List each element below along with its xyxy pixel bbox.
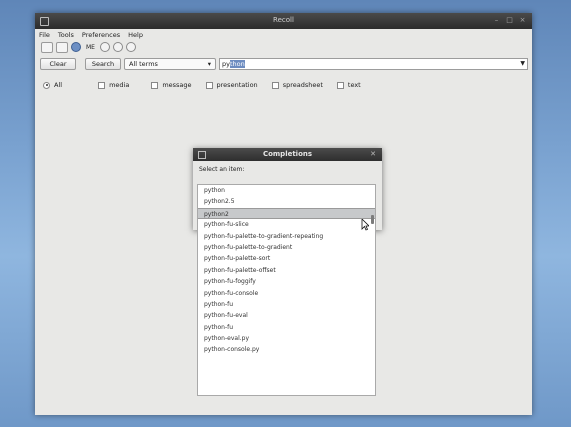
completion-item[interactable]: python-fu-slice [198, 219, 375, 230]
completion-item[interactable]: python-fu-console [198, 288, 375, 299]
checkbox[interactable] [205, 81, 213, 89]
search-mode-value: All terms [129, 60, 158, 68]
checkbox[interactable] [151, 81, 159, 89]
query-dropdown-icon[interactable]: ▼ [520, 60, 525, 67]
completion-item[interactable]: python-fu-palette-offset [198, 265, 375, 276]
first-page-icon[interactable] [41, 41, 53, 53]
completion-item[interactable]: python-fu [198, 299, 375, 310]
dialog-app-icon [198, 151, 206, 159]
completion-item[interactable]: python-fu-palette-to-gradient-repeating [198, 231, 375, 242]
list-scroll-handle[interactable] [371, 215, 374, 224]
checkbox[interactable] [271, 81, 279, 89]
window-titlebar[interactable]: Recoll – □ × [35, 13, 532, 29]
filter-label: message [162, 81, 192, 89]
chevron-down-icon: ▾ [207, 60, 211, 68]
forward-icon[interactable] [112, 42, 123, 52]
search-mode-select[interactable]: All terms ▾ [124, 58, 216, 70]
maximize-icon[interactable]: □ [506, 17, 513, 24]
menu-tools[interactable]: Tools [58, 31, 74, 39]
checkbox[interactable] [336, 81, 344, 89]
search-row: Clear Search All terms ▾ py thon ▼ [35, 56, 532, 72]
filter-message[interactable]: message [151, 81, 192, 89]
toolbar: ME [35, 40, 532, 54]
history-icon[interactable] [125, 42, 136, 52]
completion-item[interactable]: python [198, 185, 375, 196]
completion-item[interactable]: python-fu-eval [198, 310, 375, 321]
completion-item[interactable]: python-fu-palette-to-gradient [198, 242, 375, 253]
completion-item[interactable]: python-fu-foggify [198, 276, 375, 287]
search-input[interactable]: py thon ▼ [219, 58, 528, 70]
nav-label: ME [86, 43, 95, 51]
completion-item[interactable]: python-console.py [198, 344, 375, 355]
filter-label: spreadsheet [282, 81, 323, 89]
filter-spreadsheet[interactable]: spreadsheet [271, 81, 323, 89]
dialog-title: Completions [262, 150, 313, 158]
category-filters: All media message presentation spreadshe… [35, 74, 532, 96]
menu-help[interactable]: Help [128, 31, 143, 39]
dialog-prompt: Select an item: [199, 166, 245, 173]
back-icon[interactable] [99, 42, 110, 52]
close-icon[interactable]: × [519, 17, 526, 24]
filter-label: text [347, 81, 361, 89]
minimize-icon[interactable]: – [493, 17, 500, 24]
completion-item[interactable]: python-fu-palette-sort [198, 253, 375, 264]
completion-list[interactable]: python python2.5 python2 python-fu-slice pyt… [197, 184, 376, 396]
dialog-titlebar[interactable]: Completions ✕ [193, 148, 382, 161]
completion-item[interactable]: python2.5 [198, 196, 375, 207]
menu-preferences[interactable]: Preferences [82, 31, 120, 39]
clear-button[interactable]: Clear [40, 58, 76, 70]
completion-item[interactable]: python2 [198, 207, 375, 220]
search-button[interactable]: Search [85, 58, 121, 70]
radio-icon[interactable] [43, 81, 50, 89]
next-page-icon[interactable] [56, 41, 68, 53]
completion-item[interactable]: python-fu [198, 322, 375, 333]
query-prefix: py [222, 60, 230, 68]
filter-label: All [54, 81, 63, 89]
filter-text[interactable]: text [336, 81, 361, 89]
checkbox[interactable] [98, 81, 106, 89]
close-icon[interactable]: ✕ [370, 148, 376, 161]
filter-label: presentation [216, 81, 258, 89]
mouse-cursor-icon [361, 219, 369, 231]
menubar: File Tools Preferences Help [35, 29, 532, 40]
filter-all[interactable]: All [43, 81, 62, 89]
query-selection: thon [229, 60, 245, 68]
filter-label: media [109, 81, 130, 89]
menu-file[interactable]: File [39, 31, 50, 39]
filter-media[interactable]: media [98, 81, 129, 89]
filter-presentation[interactable]: presentation [205, 81, 258, 89]
window-title: Recoll [273, 16, 294, 24]
home-icon[interactable] [71, 42, 81, 52]
completion-item[interactable]: python-eval.py [198, 333, 375, 344]
